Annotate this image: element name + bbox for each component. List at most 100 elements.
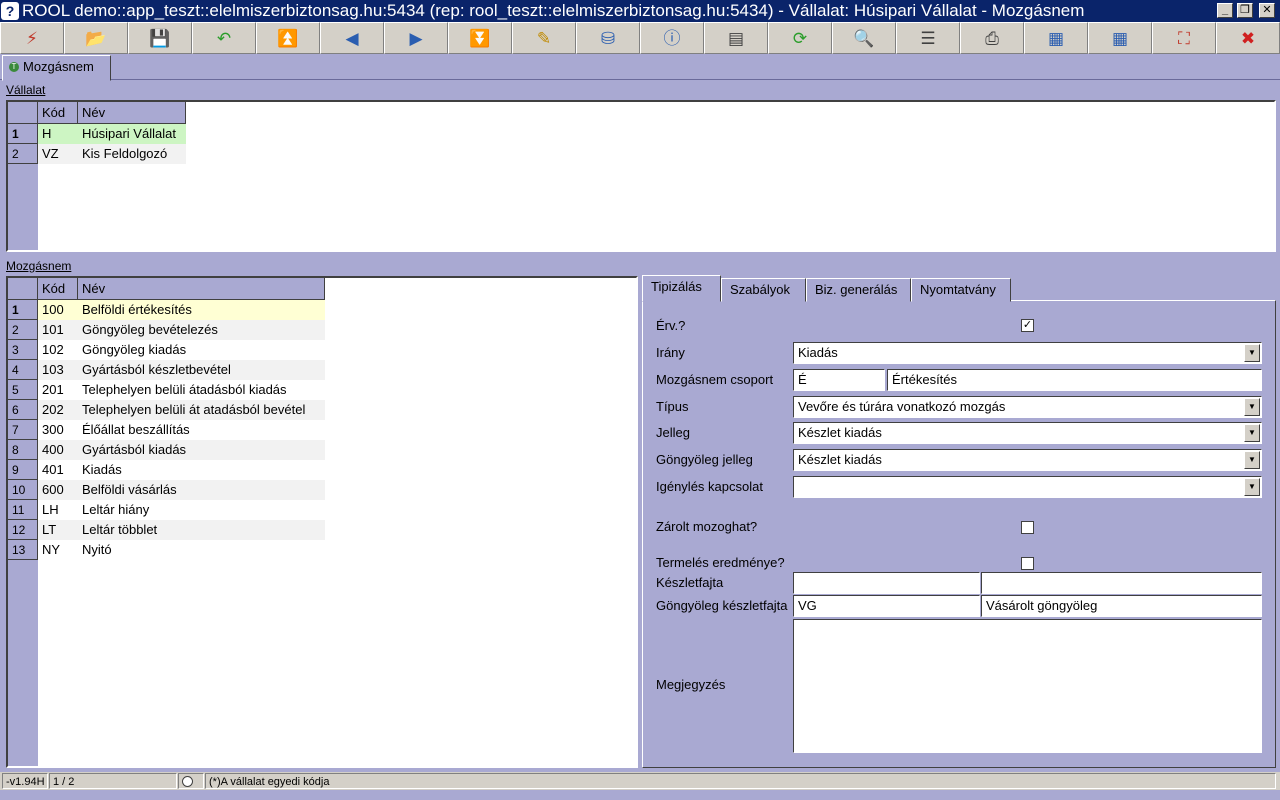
gongy-jelleg-label: Göngyöleg jelleg [656,452,753,467]
tab-mozgasnem[interactable]: T Mozgásnem [2,55,111,81]
nev-cell: Nyitó [82,542,112,557]
termeles-checkbox[interactable] [1021,557,1034,570]
table-row[interactable]: 102 Göngyöleg kiadás [38,340,325,360]
window-title: ROOL demo::app_teszt::elelmiszerbiztonsa… [22,1,1085,20]
zarolt-checkbox[interactable] [1021,521,1034,534]
next-record-button[interactable]: ▶ [384,22,448,54]
chevron-down-icon[interactable]: ▼ [1244,424,1260,442]
csoport-name-field[interactable]: Értékesítés [887,369,1262,391]
first-record-button[interactable]: ⏫ [256,22,320,54]
row-number[interactable]: 13 [8,540,38,560]
movement-section-label[interactable]: Mozgásnem [6,259,71,273]
grid-export-icon: ▦ [1047,28,1065,48]
table-row[interactable]: LT Leltár többlet [38,520,325,540]
irany-select[interactable]: Kiadás ▼ [793,342,1262,364]
table-row[interactable]: LH Leltár hiány [38,500,325,520]
columns-button[interactable]: ☰ [896,22,960,54]
kod-cell: 300 [42,422,64,437]
table-row[interactable]: 600 Belföldi vásárlás [38,480,325,500]
edit-button[interactable]: ✎ [512,22,576,54]
table-row[interactable]: 401 Kiadás [38,460,325,480]
chevron-down-icon[interactable]: ▼ [1244,478,1260,496]
table-row[interactable]: 100 Belföldi értékesítés [38,300,325,320]
previous-record-button[interactable]: ◀ [320,22,384,54]
table-row[interactable]: VZ Kis Feldolgozó [38,144,186,164]
tab-biz-generalas[interactable]: Biz. generálás [806,278,911,302]
row-number[interactable]: 5 [8,380,38,400]
nev-cell: Göngyöleg bevételezés [82,322,218,337]
tipus-select[interactable]: Vevőre és túrára vonatkozó mozgás ▼ [793,396,1262,418]
exit-button[interactable]: ✖ [1216,22,1280,54]
print-button[interactable]: ⎙ [960,22,1024,54]
gongy-jelleg-select[interactable]: Készlet kiadás ▼ [793,449,1262,471]
row-number[interactable]: 11 [8,500,38,520]
chevron-down-icon[interactable]: ▼ [1244,344,1260,362]
row-number[interactable]: 6 [8,400,38,420]
row-number[interactable]: 10 [8,480,38,500]
database-button[interactable]: ⛁ [576,22,640,54]
table-row[interactable]: 103 Gyártásból készletbevétel [38,360,325,380]
refresh-button[interactable]: ⟳ [768,22,832,54]
gongy-keszletfajta-name-field[interactable]: Vásárolt göngyöleg [981,595,1262,617]
search-button[interactable]: 🔍 [832,22,896,54]
info-button[interactable]: ⓘ [640,22,704,54]
table-row[interactable]: 202 Telephelyen belüli át atadásból bevét… [38,400,325,420]
first-record-icon: ⏫ [277,28,299,48]
close-window-button[interactable]: ✕ [1259,3,1275,18]
chevron-down-icon[interactable]: ▼ [1244,451,1260,469]
toolbar: ⚡ 📂 💾 ↶ ⏫ ◀ ▶ ⏬ ✎ ⛁ ⓘ ▤ ⟳ 🔍 ☰ ⎙ ▦ ▦ ⛶ ✖ [0,22,1280,54]
nev-cell: Leltár hiány [82,502,150,517]
database-icon: ⛁ [600,28,616,48]
keszletfajta-name-field[interactable] [981,572,1262,594]
status-indicator [178,773,204,789]
kod-cell: VZ [42,146,59,161]
table-row[interactable]: NY Nyitó [38,540,325,560]
column-header-kod[interactable]: Kód [38,278,78,300]
tab-tipizalas[interactable]: Tipizálás [642,275,721,302]
megjegyzes-textarea[interactable] [793,619,1262,753]
form-view-button[interactable]: ▤ [704,22,768,54]
tab-szabalyok[interactable]: Szabályok [721,278,806,302]
undo-button[interactable]: ↶ [192,22,256,54]
column-header-kod[interactable]: Kód [38,102,78,124]
row-number[interactable]: 12 [8,520,38,540]
column-header-nev[interactable]: Név [78,102,186,124]
info-icon: ⓘ [663,28,681,48]
table-row[interactable]: 300 Élőállat beszállítás [38,420,325,440]
igenyles-select[interactable]: ▼ [793,476,1262,498]
row-number[interactable]: 3 [8,340,38,360]
row-number[interactable]: 4 [8,360,38,380]
last-record-button[interactable]: ⏬ [448,22,512,54]
column-header-nev[interactable]: Név [78,278,325,300]
keszletfajta-code-field[interactable] [793,572,980,594]
row-number[interactable]: 1 [8,124,38,144]
nev-cell: Kiadás [82,462,122,477]
table-row[interactable]: H Húsipari Vállalat [38,124,186,144]
termeles-label: Termelés eredménye? [656,555,785,570]
open-folder-button[interactable]: 📂 [64,22,128,54]
row-number[interactable]: 7 [8,420,38,440]
grid-import-button[interactable]: ▦ [1088,22,1152,54]
erv-checkbox[interactable]: ✓ [1021,319,1034,332]
gongy-keszletfajta-code-field[interactable]: VG [793,595,980,617]
fullscreen-button[interactable]: ⛶ [1152,22,1216,54]
table-row[interactable]: 400 Gyártásból kiadás [38,440,325,460]
save-disk-button[interactable]: 💾 [128,22,192,54]
grid-export-button[interactable]: ▦ [1024,22,1088,54]
minimize-button[interactable]: _ [1217,3,1233,18]
row-number[interactable]: 9 [8,460,38,480]
lightning-button[interactable]: ⚡ [0,22,64,54]
table-row[interactable]: 201 Telephelyen belüli átadásból kiadás [38,380,325,400]
chevron-down-icon[interactable]: ▼ [1244,398,1260,416]
restore-button[interactable]: ❐ [1237,3,1253,18]
csoport-code-field[interactable]: É [793,369,885,391]
jelleg-select[interactable]: Készlet kiadás ▼ [793,422,1262,444]
row-number[interactable]: 1 [8,300,38,320]
row-number[interactable]: 8 [8,440,38,460]
gongy-jelleg-value: Készlet kiadás [798,452,882,467]
company-section-label[interactable]: Vállalat [6,83,45,97]
table-row[interactable]: 101 Göngyöleg bevételezés [38,320,325,340]
row-number[interactable]: 2 [8,320,38,340]
row-number[interactable]: 2 [8,144,38,164]
tab-nyomtatvany[interactable]: Nyomtatvány [911,278,1011,302]
